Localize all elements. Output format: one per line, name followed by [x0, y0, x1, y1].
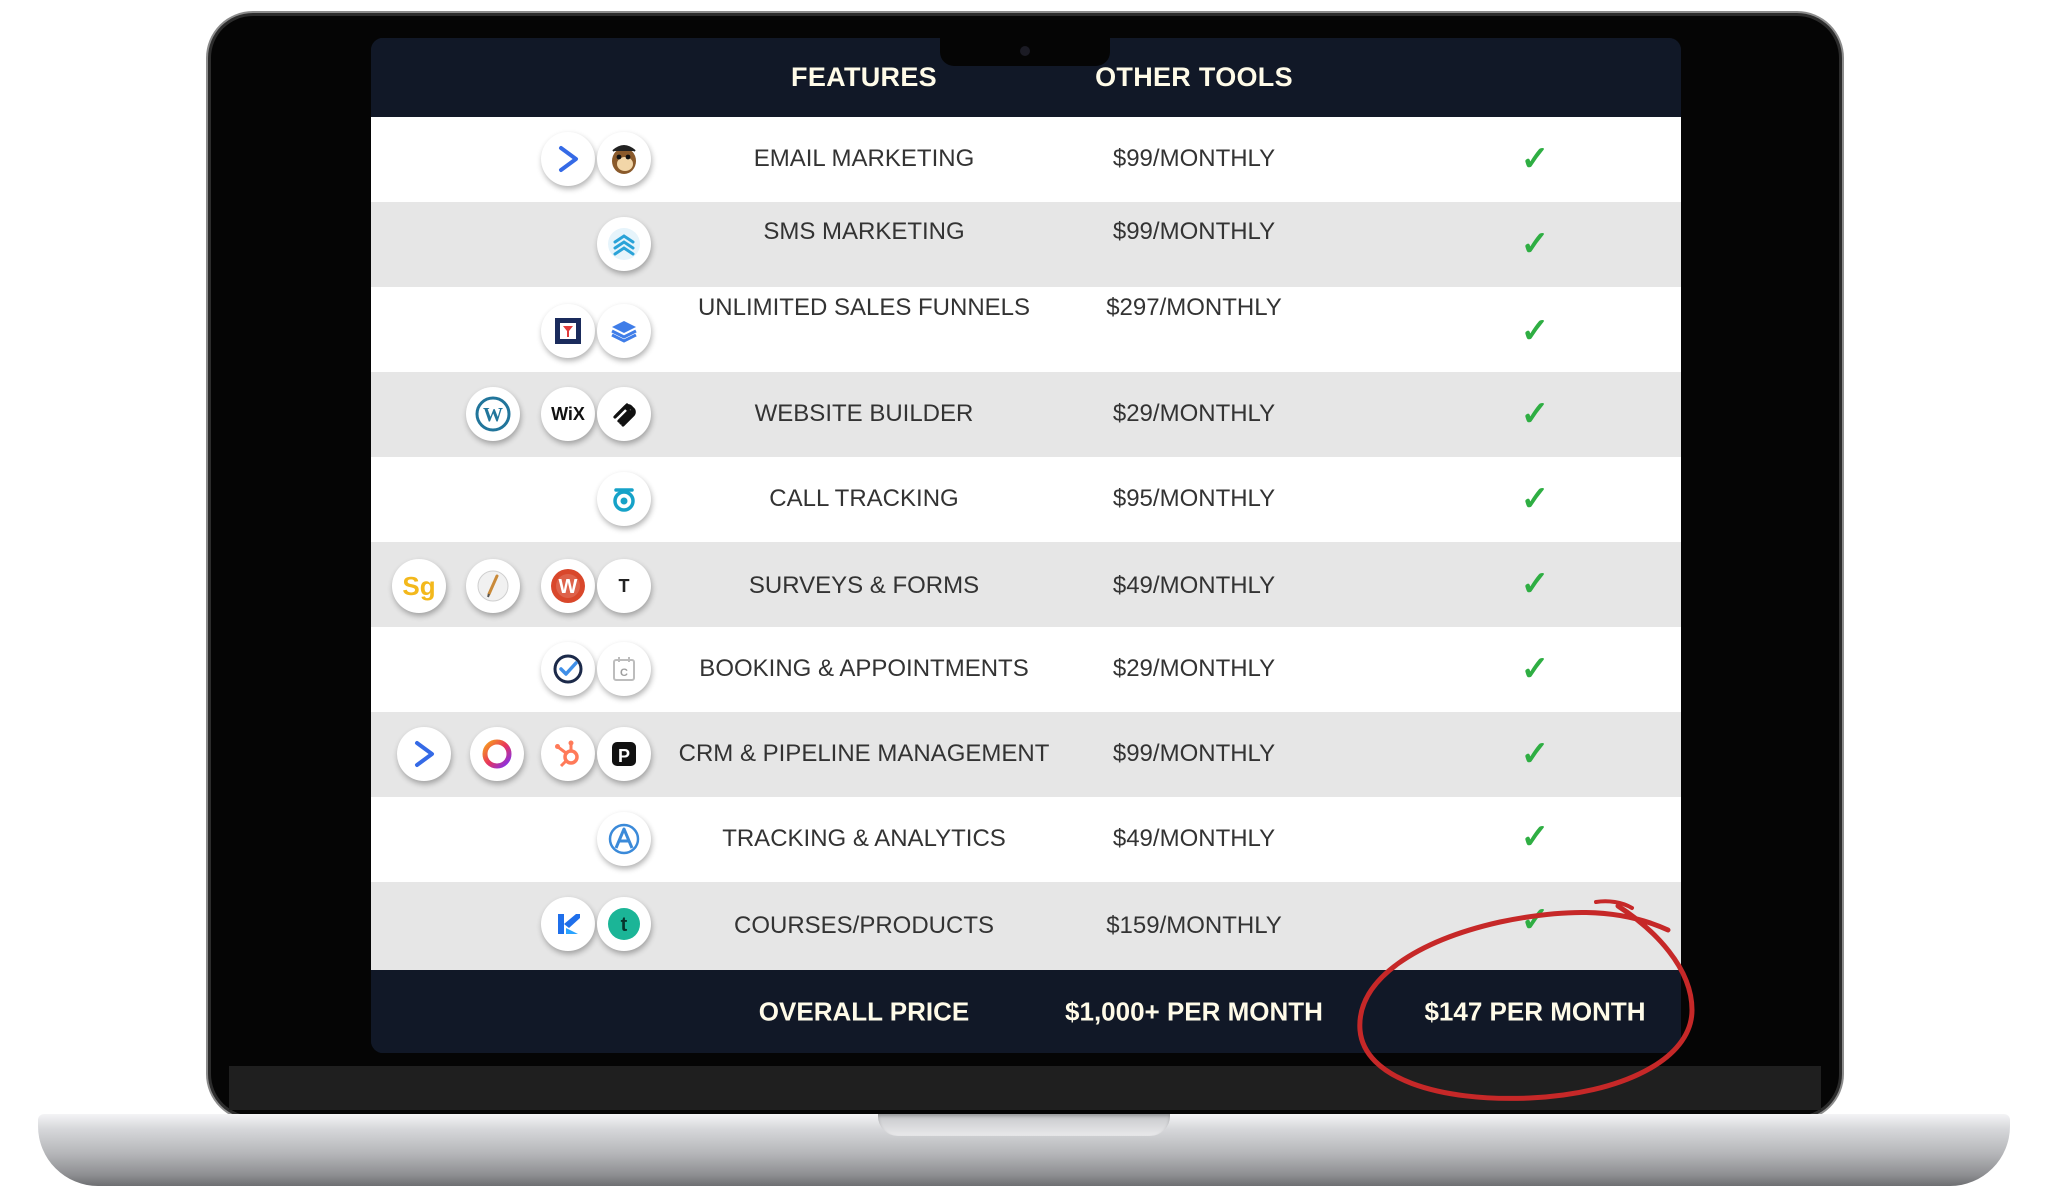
other-tools-price: $99/MONTHLY — [1112, 740, 1276, 767]
check-icon: ✓ — [1520, 480, 1550, 518]
check-icon: ✓ — [1520, 140, 1550, 178]
other-tools-column-header: OTHER TOOLS — [1095, 62, 1293, 92]
feature-label: EMAIL MARKETING — [753, 145, 975, 172]
check-icon: ✓ — [1520, 225, 1550, 263]
typeform-icon-label: T — [618, 575, 630, 596]
quill-icon — [466, 559, 520, 613]
squarespace-icon — [597, 387, 651, 441]
feature-label: SMS MARKETING — [763, 218, 965, 245]
table-row: Sg W T SURVEYS & FORMS $49/MONTHLY ✓ — [371, 542, 1681, 627]
table-row: W WiX WEBSITE BUILDER $29/MONTHLY ✓ — [371, 372, 1681, 457]
check-icon: ✓ — [1520, 395, 1550, 433]
activecampaign-icon — [541, 132, 595, 186]
svg-text:C: C — [620, 667, 628, 679]
table-row: UNLIMITED SALES FUNNELS $297/MONTHLY ✓ — [371, 287, 1681, 372]
acuity-check-icon — [541, 642, 595, 696]
check-icon: ✓ — [1520, 312, 1550, 350]
typeform-icon: T — [597, 559, 651, 613]
surveygizmo-icon-label: Sg — [402, 570, 436, 601]
table-row: P CRM & PIPELINE MANAGEMENT $99/MONTHLY … — [371, 712, 1681, 797]
other-tools-price: $29/MONTHLY — [1112, 655, 1276, 682]
other-tools-price: $297/MONTHLY — [1106, 294, 1282, 321]
analytics-a-icon — [597, 812, 651, 866]
ring-icon — [470, 727, 524, 781]
other-tools-price: $99/MONTHLY — [1112, 145, 1276, 172]
other-tools-price: $29/MONTHLY — [1112, 400, 1276, 427]
feature-label: UNLIMITED SALES FUNNELS — [697, 294, 1031, 321]
table-footer: OVERALL PRICE $1,000+ PER MONTH $147 PER… — [371, 970, 1681, 1053]
other-tools-price: $99/MONTHLY — [1112, 218, 1276, 245]
wordpress-icon: W — [466, 387, 520, 441]
wix-icon: WiX — [541, 387, 595, 441]
our-price: $147 PER MONTH — [1424, 996, 1646, 1026]
table-row: SMS MARKETING $99/MONTHLY ✓ — [371, 202, 1681, 287]
other-tools-price: $159/MONTHLY — [1106, 912, 1282, 939]
svg-text:W: W — [483, 404, 503, 426]
wix-icon-label: WiX — [551, 403, 585, 424]
camera-notch — [940, 38, 1110, 66]
sms-stack-icon — [597, 217, 651, 271]
calendly-icon: C — [597, 642, 651, 696]
other-tools-price: $49/MONTHLY — [1112, 825, 1276, 852]
svg-text:W: W — [559, 576, 578, 598]
laptop-opening-groove — [878, 1114, 1170, 1136]
svg-text:P: P — [618, 746, 630, 766]
check-icon: ✓ — [1520, 818, 1550, 856]
feature-label: CALL TRACKING — [769, 485, 959, 512]
other-tools-total: $1,000+ PER MONTH — [1065, 996, 1323, 1026]
table-row: t COURSES/PRODUCTS $159/MONTHLY ✓ — [371, 882, 1681, 970]
check-icon: ✓ — [1520, 901, 1550, 939]
feature-label: WEBSITE BUILDER — [754, 400, 974, 427]
feature-label: BOOKING & APPOINTMENTS — [699, 655, 1029, 682]
kajabi-icon — [541, 897, 595, 951]
feature-label: SURVEYS & FORMS — [748, 572, 980, 599]
table-row: CALL TRACKING $95/MONTHLY ✓ — [371, 457, 1681, 542]
layers-icon — [597, 304, 651, 358]
activecampaign-icon — [397, 727, 451, 781]
pipedrive-icon: P — [597, 727, 651, 781]
camera-dot — [1020, 46, 1030, 56]
wufoo-icon: W — [541, 559, 595, 613]
other-tools-price: $49/MONTHLY — [1112, 572, 1276, 599]
check-icon: ✓ — [1520, 565, 1550, 603]
table-row: C BOOKING & APPOINTMENTS $29/MONTHLY ✓ — [371, 627, 1681, 712]
callrail-icon — [597, 472, 651, 526]
clickfunnels-icon — [541, 304, 595, 358]
laptop-bezel-bottom — [229, 1066, 1821, 1110]
feature-label: COURSES/PRODUCTS — [733, 912, 995, 939]
features-column-header: FEATURES — [791, 62, 937, 92]
feature-label: CRM & PIPELINE MANAGEMENT — [678, 740, 1050, 767]
check-icon: ✓ — [1520, 650, 1550, 688]
overall-price-label: OVERALL PRICE — [758, 996, 970, 1026]
feature-label: TRACKING & ANALYTICS — [722, 825, 1006, 852]
teachable-icon: t — [597, 897, 651, 951]
mailchimp-icon — [597, 132, 651, 186]
surveygizmo-icon: Sg — [392, 559, 446, 613]
check-icon: ✓ — [1520, 735, 1550, 773]
hubspot-icon — [541, 727, 595, 781]
other-tools-price: $95/MONTHLY — [1112, 485, 1276, 512]
table-row: EMAIL MARKETING $99/MONTHLY ✓ — [371, 117, 1681, 202]
svg-text:t: t — [621, 914, 628, 936]
table-row: TRACKING & ANALYTICS $49/MONTHLY ✓ — [371, 797, 1681, 882]
pricing-comparison-screen: FEATURES OTHER TOOLS EMAIL MARKETING $99… — [371, 38, 1681, 1053]
